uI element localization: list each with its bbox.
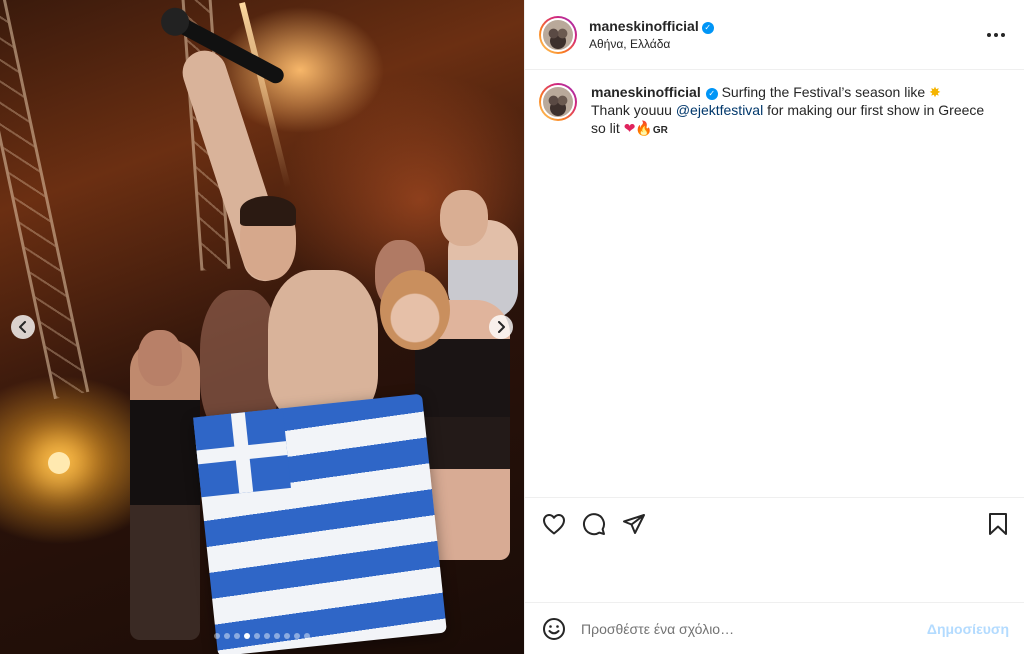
carousel-dot — [274, 633, 280, 639]
caption-line-2-post: for making our first show in Greece — [767, 102, 985, 118]
carousel-dot — [254, 633, 260, 639]
post-comment-button[interactable]: Δημοσίευση — [927, 621, 1009, 637]
post-header: maneskinofficial ✓ Αθήνα, Ελλάδα — [525, 0, 1024, 70]
chevron-left-icon — [19, 321, 26, 333]
caption-line-1: Surfing the Festival’s season like — [721, 84, 926, 100]
carousel-dot — [264, 633, 270, 639]
carousel-dot — [284, 633, 290, 639]
greece-flag-emoji: GR — [652, 125, 668, 136]
sparkle-emoji-icon: ✸ — [929, 84, 941, 100]
avatar[interactable] — [539, 15, 577, 54]
comment-input[interactable] — [581, 620, 927, 637]
carousel-dot — [214, 633, 220, 639]
heart-icon — [543, 513, 565, 534]
stage-truss — [0, 0, 90, 400]
comment-icon — [583, 512, 605, 535]
location-link[interactable]: Αθήνα, Ελλάδα — [589, 37, 984, 52]
username-link[interactable]: maneskinofficial — [589, 18, 699, 34]
carousel-dot — [294, 633, 300, 639]
caption-row: maneskinofficial ✓ Surfing the Festival’s… — [525, 70, 1024, 140]
more-options-button[interactable] — [984, 23, 1008, 47]
carousel-dot — [304, 633, 310, 639]
header-text: maneskinofficial ✓ Αθήνα, Ελλάδα — [589, 17, 984, 52]
mention-link[interactable]: @ejektfestival — [676, 102, 763, 118]
emoji-picker-button[interactable] — [541, 616, 567, 642]
caption-avatar[interactable] — [539, 83, 577, 121]
avatar-image — [541, 17, 575, 52]
caption-text: maneskinofficial ✓ Surfing the Festival’s… — [591, 83, 987, 140]
carousel-dot — [234, 633, 240, 639]
heart-emoji-icon: ❤ — [623, 120, 636, 136]
post-actions — [525, 497, 1024, 549]
bookmark-icon — [989, 512, 1007, 535]
greek-flag — [193, 393, 447, 654]
send-icon — [623, 513, 645, 534]
stage-spotlight — [48, 452, 70, 474]
more-horizontal-icon — [987, 32, 1005, 37]
chevron-right-icon — [498, 321, 505, 333]
carousel-next-button[interactable] — [489, 315, 513, 339]
caption-line-3: so lit — [591, 120, 620, 136]
carousel-prev-button[interactable] — [11, 315, 35, 339]
carousel-dot — [244, 633, 250, 639]
crowd-person-head — [138, 330, 182, 386]
greek-flag-cross — [193, 408, 291, 498]
like-button[interactable] — [541, 511, 567, 537]
share-button[interactable] — [621, 511, 647, 537]
comment-bar: Δημοσίευση — [525, 602, 1024, 654]
caption-username-link[interactable]: maneskinofficial — [591, 84, 701, 100]
smiley-icon — [543, 617, 565, 640]
fire-emoji-icon: 🔥 — [635, 120, 653, 136]
avatar-image — [541, 85, 575, 119]
save-button[interactable] — [985, 511, 1011, 537]
post-photo[interactable] — [0, 0, 524, 654]
singer-hair — [240, 196, 296, 226]
carousel-indicator — [0, 633, 524, 639]
singer-body — [268, 270, 378, 420]
comment-button[interactable] — [581, 511, 607, 537]
verified-badge-icon: ✓ — [701, 22, 714, 34]
caption-line-2-pre: Thank youuu — [591, 102, 672, 118]
post-sidebar: maneskinofficial ✓ Αθήνα, Ελλάδα maneskin… — [524, 0, 1024, 654]
crowd-person-head — [380, 270, 450, 350]
verified-badge-icon: ✓ — [705, 88, 718, 100]
carousel-dot — [224, 633, 230, 639]
crowd-person-head — [440, 190, 488, 246]
